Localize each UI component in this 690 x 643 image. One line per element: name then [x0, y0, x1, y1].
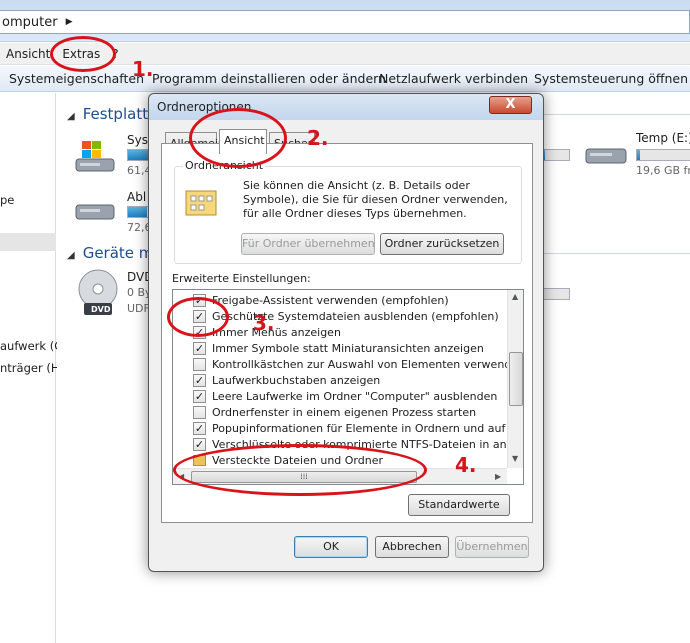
annotation-circle-hidden-files	[173, 444, 427, 496]
navigation-pane: pe aufwerk (G:) nträger (H	[0, 93, 71, 643]
setting-hide-protected-files[interactable]: ✓ Geschützte Systemdateien ausblenden (em…	[193, 308, 499, 324]
tab-view[interactable]: Ansicht	[219, 129, 267, 154]
setting-label: Popupinformationen für Elemente in Ordne…	[212, 421, 524, 435]
ok-button[interactable]: OK	[294, 536, 368, 558]
dvd-badge: DVD	[91, 305, 111, 314]
setting-label: Kontrollkästchen zur Auswahl von Element…	[212, 357, 524, 371]
command-bar: Systemeigenschaften Programm deinstallie…	[0, 66, 690, 92]
drive-c-name[interactable]: Sys	[127, 133, 148, 147]
setting-label: Freigabe-Assistent verwenden (empfohlen)	[212, 293, 449, 307]
drive-e-usage-fill	[637, 150, 641, 160]
scroll-up-arrow-icon[interactable]: ▲	[512, 292, 518, 301]
close-button[interactable]: X	[489, 96, 532, 114]
vertical-scrollbar[interactable]: ▲ ▼	[507, 290, 523, 468]
setting-popup-info[interactable]: ✓ Popupinformationen für Elemente in Ordn…	[193, 420, 524, 436]
checkbox[interactable]: ✓	[193, 373, 206, 387]
drive-e-icon	[585, 148, 627, 164]
checkbox[interactable]: ✓	[193, 421, 206, 435]
cmd-system-properties[interactable]: Systemeigenschaften	[9, 71, 144, 86]
drive-d-name[interactable]: Abl	[127, 190, 146, 204]
advanced-settings-label: Erweiterte Einstellungen:	[172, 272, 311, 285]
setting-label: Immer Symbole statt Miniaturansichten an…	[212, 341, 484, 355]
scroll-down-arrow-icon[interactable]: ▼	[512, 454, 518, 463]
nav-item-drive-h[interactable]: nträger (H	[0, 361, 59, 375]
breadcrumb-arrow-icon[interactable]: ▶	[66, 17, 73, 27]
restore-defaults-button[interactable]: Standardwerte	[408, 494, 510, 516]
setting-label: Leere Laufwerke im Ordner "Computer" aus…	[212, 389, 498, 403]
address-field[interactable]: omputer ▶	[0, 10, 690, 34]
vertical-scroll-thumb[interactable]	[509, 352, 523, 406]
address-text: omputer	[2, 14, 58, 30]
scroll-right-arrow-icon[interactable]: ▶	[495, 472, 501, 481]
setting-icons-not-thumbnails[interactable]: ✓ Immer Symbole statt Miniaturansichten a…	[193, 340, 484, 356]
cmd-open-control-panel[interactable]: Systemsteuerung öffnen	[534, 71, 688, 86]
setting-separate-process[interactable]: Ordnerfenster in einem eigenen Prozess s…	[193, 404, 476, 420]
drive-d-icon	[75, 204, 115, 220]
annotation-step-3: 3.	[253, 311, 275, 335]
folder-view-group: Ordneransicht Sie können die Ansicht (z.…	[174, 159, 522, 264]
drive-e-name[interactable]: Temp (E:)	[636, 131, 690, 145]
apply-to-folders-button[interactable]: Für Ordner übernehmen	[241, 233, 375, 255]
apply-button[interactable]: Übernehmen	[455, 536, 529, 558]
checkbox[interactable]	[193, 357, 206, 371]
cmd-uninstall-program[interactable]: Programm deinstallieren oder ändern	[152, 71, 386, 86]
drive-e-free: 19,6 GB fre	[636, 164, 690, 177]
annotation-step-1: 1.	[132, 57, 154, 81]
checkbox[interactable]: ✓	[193, 437, 206, 451]
reset-folders-button[interactable]: Ordner zurücksetzen	[380, 233, 504, 255]
folder-view-description: Sie können die Ansicht (z. B. Details od…	[243, 179, 508, 220]
system-drive-icon	[75, 141, 115, 172]
setting-item-checkboxes[interactable]: Kontrollkästchen zur Auswahl von Element…	[193, 356, 524, 372]
menu-ansicht[interactable]: Ansicht	[0, 47, 56, 61]
dvd-drive-fs: UDF	[127, 302, 150, 315]
setting-label: Ordnerfenster in einem eigenen Prozess s…	[212, 405, 477, 419]
checkbox[interactable]: ✓	[193, 389, 206, 403]
collapse-triangle-icon: ◢	[67, 250, 75, 261]
annotation-step-2: 2.	[307, 126, 329, 150]
checkbox[interactable]	[193, 405, 206, 419]
checkbox[interactable]: ✓	[193, 341, 206, 355]
annotation-circle-extras	[50, 36, 116, 72]
setting-sharing-wizard[interactable]: ✓ Freigabe-Assistent verwenden (empfohlen…	[193, 292, 449, 308]
hidden-drive-bar-1	[542, 149, 570, 161]
annotation-step-4: 4.	[455, 453, 477, 477]
folder-view-icon	[185, 190, 217, 216]
drive-e-usage-bar	[636, 149, 690, 161]
cancel-button[interactable]: Abbrechen	[375, 536, 449, 558]
drive-d-usage-fill	[128, 207, 147, 217]
cmd-map-network-drive[interactable]: Netzlaufwerk verbinden	[379, 71, 528, 86]
collapse-triangle-icon: ◢	[67, 111, 75, 122]
setting-label: Immer Menüs anzeigen	[212, 325, 341, 339]
nav-item-fragment[interactable]: pe	[0, 193, 14, 207]
address-bar-area: omputer ▶	[0, 0, 690, 42]
setting-label: Laufwerkbuchstaben anzeigen	[212, 373, 381, 387]
nav-selected-row[interactable]	[0, 233, 56, 251]
hidden-drive-bar-2	[542, 288, 570, 300]
setting-hide-empty-drives[interactable]: ✓ Leere Laufwerke im Ordner "Computer" au…	[193, 388, 497, 404]
setting-show-drive-letters[interactable]: ✓ Laufwerkbuchstaben anzeigen	[193, 372, 380, 388]
annotation-circle-protected-files	[167, 297, 229, 337]
